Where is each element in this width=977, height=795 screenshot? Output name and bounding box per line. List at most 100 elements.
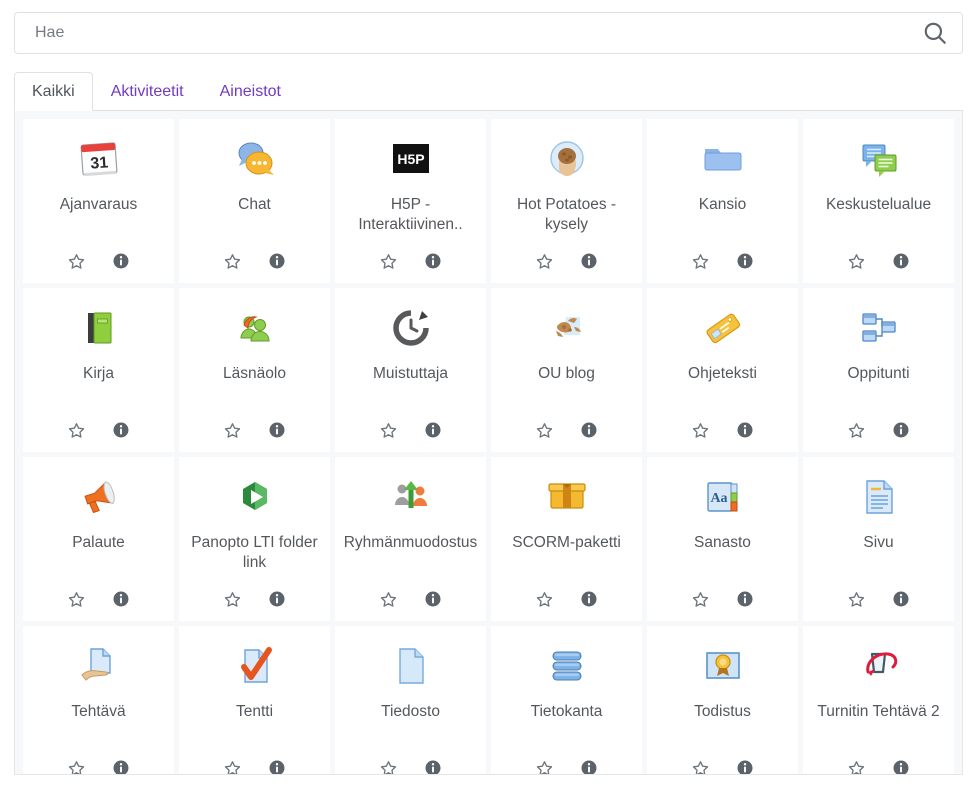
star-icon[interactable]: [691, 590, 710, 609]
star-icon[interactable]: [847, 590, 866, 609]
ou-blog-icon: [542, 300, 592, 356]
activity-card-actions: [67, 418, 130, 442]
info-icon[interactable]: [424, 252, 442, 270]
info-icon[interactable]: [268, 421, 286, 439]
info-icon[interactable]: [736, 421, 754, 439]
activity-card[interactable]: Kirja: [23, 288, 174, 452]
star-icon[interactable]: [67, 421, 86, 440]
activity-card-actions: [847, 756, 910, 774]
star-icon[interactable]: [379, 590, 398, 609]
search-bar[interactable]: [14, 12, 963, 54]
info-icon[interactable]: [892, 421, 910, 439]
activity-card[interactable]: SCORM-paketti: [491, 457, 642, 621]
star-icon[interactable]: [223, 252, 242, 271]
info-icon[interactable]: [892, 252, 910, 270]
tab-aineistot[interactable]: Aineistot: [202, 72, 299, 111]
info-icon[interactable]: [112, 252, 130, 270]
info-icon[interactable]: [268, 759, 286, 774]
activity-card[interactable]: Todistus: [647, 626, 798, 774]
activity-card[interactable]: Hot Potatoes - kysely: [491, 119, 642, 283]
activity-card[interactable]: 31 Ajanvaraus: [23, 119, 174, 283]
activity-card[interactable]: Palaute: [23, 457, 174, 621]
star-icon[interactable]: [223, 590, 242, 609]
tab-aktiviteetit[interactable]: Aktiviteetit: [93, 72, 202, 111]
star-icon[interactable]: [691, 759, 710, 774]
info-icon[interactable]: [424, 759, 442, 774]
activity-card-label: Muistuttaja: [373, 365, 448, 382]
activity-card[interactable]: Muistuttaja: [335, 288, 486, 452]
info-icon[interactable]: [892, 759, 910, 774]
star-icon[interactable]: [379, 759, 398, 774]
star-icon[interactable]: [67, 590, 86, 609]
star-icon[interactable]: [691, 421, 710, 440]
info-icon[interactable]: [112, 421, 130, 439]
activity-card[interactable]: Ryhmänmuodostus: [335, 457, 486, 621]
star-icon[interactable]: [535, 590, 554, 609]
info-icon[interactable]: [112, 590, 130, 608]
star-icon[interactable]: [847, 421, 866, 440]
star-icon[interactable]: [847, 759, 866, 774]
activity-card-label: Keskustelualue: [825, 196, 932, 213]
activity-card[interactable]: Ohjeteksti: [647, 288, 798, 452]
lesson-flow-icon: [854, 300, 904, 356]
tab-list: Kaikki Aktiviteetit Aineistot: [14, 71, 963, 111]
activity-card[interactable]: Sivu: [803, 457, 954, 621]
star-icon[interactable]: [379, 421, 398, 440]
activity-card-label: Hot Potatoes - kysely: [516, 196, 617, 234]
folder-icon: [698, 131, 748, 187]
activity-card-actions: [379, 418, 442, 442]
info-icon[interactable]: [424, 590, 442, 608]
info-icon[interactable]: [580, 590, 598, 608]
megaphone-icon: [74, 469, 124, 525]
star-icon[interactable]: [223, 759, 242, 774]
activity-grid-panel: 31 Ajanvaraus Chat H5P H5P - Interaktiivinen…: [14, 111, 963, 775]
activity-card[interactable]: Aa Sanasto: [647, 457, 798, 621]
info-icon[interactable]: [268, 590, 286, 608]
activity-card-label: Panopto LTI folder link: [191, 534, 318, 572]
activity-card[interactable]: Läsnäolo: [179, 288, 330, 452]
activity-card[interactable]: Tiedosto: [335, 626, 486, 774]
star-icon[interactable]: [67, 252, 86, 271]
star-icon[interactable]: [379, 252, 398, 271]
activity-card-actions: [223, 249, 286, 273]
activity-card[interactable]: Tehtävä: [23, 626, 174, 774]
activity-card[interactable]: Kansio: [647, 119, 798, 283]
star-icon[interactable]: [223, 421, 242, 440]
info-icon[interactable]: [736, 252, 754, 270]
info-icon[interactable]: [112, 759, 130, 774]
activity-card-actions: [223, 587, 286, 611]
book-icon: [74, 300, 124, 356]
info-icon[interactable]: [268, 252, 286, 270]
star-icon[interactable]: [847, 252, 866, 271]
activity-card[interactable]: OU blog: [491, 288, 642, 452]
activity-card[interactable]: Tietokanta: [491, 626, 642, 774]
info-icon[interactable]: [580, 421, 598, 439]
activity-card[interactable]: H5P H5P - Interaktiivinen..: [335, 119, 486, 283]
activity-card[interactable]: Keskustelualue: [803, 119, 954, 283]
info-icon[interactable]: [580, 252, 598, 270]
star-icon[interactable]: [535, 252, 554, 271]
info-icon[interactable]: [892, 590, 910, 608]
activity-card-label: Kirja: [82, 365, 114, 382]
star-icon[interactable]: [691, 252, 710, 271]
glossary-aa-icon: Aa: [698, 469, 748, 525]
search-input[interactable]: [33, 23, 922, 43]
activity-card[interactable]: Panopto LTI folder link: [179, 457, 330, 621]
activity-card-label: Tehtävä: [71, 703, 126, 720]
star-icon[interactable]: [67, 759, 86, 774]
activity-card[interactable]: Tentti: [179, 626, 330, 774]
info-icon[interactable]: [736, 590, 754, 608]
activity-card[interactable]: Turnitin Tehtävä 2: [803, 626, 954, 774]
activity-chooser-page: Kaikki Aktiviteetit Aineistot 31 Ajanvara…: [0, 12, 977, 795]
tab-kaikki[interactable]: Kaikki: [14, 72, 93, 111]
activity-card[interactable]: Chat: [179, 119, 330, 283]
info-icon[interactable]: [580, 759, 598, 774]
activity-card[interactable]: Oppitunti: [803, 288, 954, 452]
info-icon[interactable]: [736, 759, 754, 774]
search-icon[interactable]: [922, 20, 948, 46]
star-icon[interactable]: [535, 421, 554, 440]
h5p-icon: H5P: [386, 131, 436, 187]
activity-card-label: Ryhmänmuodostus: [343, 534, 478, 551]
info-icon[interactable]: [424, 421, 442, 439]
star-icon[interactable]: [535, 759, 554, 774]
